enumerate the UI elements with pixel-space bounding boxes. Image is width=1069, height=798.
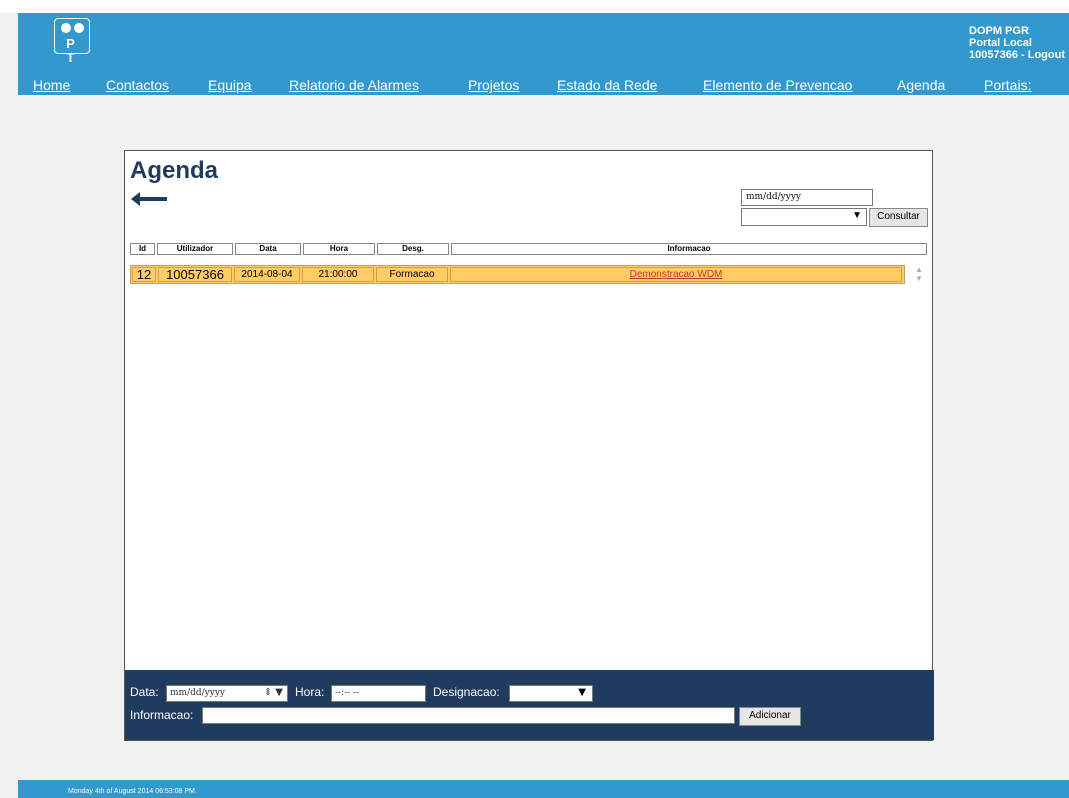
- cell-desg: Formacao: [376, 267, 448, 282]
- cell-hora: 21:00:00: [302, 267, 374, 282]
- user-line2: Portal Local: [969, 37, 1032, 49]
- top-strip: [0, 0, 1069, 13]
- informacao-label: Informacao:: [130, 708, 194, 722]
- info-link[interactable]: Demonstracao WDM: [630, 269, 723, 280]
- informacao-input[interactable]: [202, 707, 735, 724]
- agenda-panel: Agenda mm/dd/yyyy ▼ Consultar Id Utiliza…: [124, 150, 934, 741]
- add-event-form: Data: mm/dd/yyyy ⇕ ▼ Hora: --:-- -- Desi…: [125, 670, 934, 740]
- col-header-desg: Desg.: [377, 243, 449, 255]
- query-select[interactable]: ▼: [741, 208, 867, 226]
- nav-equipa[interactable]: Equipa: [208, 77, 252, 93]
- cell-utilizador: 10057366: [158, 267, 232, 282]
- nav-agenda: Agenda: [897, 77, 946, 93]
- table-row[interactable]: 12 10057366 2014-08-04 21:00:00 Formacao…: [130, 265, 905, 284]
- col-header-utilizador: Utilizador: [157, 243, 233, 255]
- table-scroll-arrows[interactable]: ▲ ▼: [914, 265, 924, 287]
- col-header-data: Data: [235, 243, 301, 255]
- page-title: Agenda: [130, 157, 219, 184]
- nav-relatorio-de-alarmes[interactable]: Relatorio de Alarmes: [289, 77, 419, 93]
- cell-id: 12: [132, 267, 156, 282]
- logo-dot: [74, 23, 84, 33]
- col-header-id: Id: [130, 243, 155, 255]
- dropdown-arrow-icon: ▼: [852, 210, 862, 221]
- data-date-input[interactable]: mm/dd/yyyy ⇕ ▼: [166, 685, 288, 702]
- hora-time-input[interactable]: --:-- --: [331, 685, 426, 702]
- nav-elemento-de-prevencao[interactable]: Elemento de Prevencao: [703, 77, 852, 93]
- designacao-select[interactable]: ▼: [509, 685, 593, 702]
- consultar-button[interactable]: Consultar: [869, 208, 928, 227]
- header: P T DOPM PGR Portal Local 10057366 - Log…: [18, 13, 1069, 95]
- nav-estado-da-rede[interactable]: Estado da Rede: [557, 77, 657, 93]
- user-line3: 10057366 - Logout: [969, 49, 1065, 61]
- designacao-label: Designacao:: [433, 685, 500, 699]
- main-nav: Home Contactos Equipa Relatorio de Alarm…: [18, 77, 1069, 95]
- chevron-down-icon: ▼: [578, 687, 586, 698]
- footer-timestamp: Monday 4th of August 2014 06:53:08 PM.: [68, 788, 197, 795]
- col-header-hora: Hora: [303, 243, 375, 255]
- user-line1: DOPM PGR: [969, 25, 1029, 37]
- user-box: DOPM PGR Portal Local 10057366 - Logout: [969, 25, 1065, 61]
- nav-home[interactable]: Home: [33, 77, 70, 93]
- nav-portais[interactable]: Portais:: [984, 77, 1031, 93]
- back-arrow-icon[interactable]: [131, 192, 167, 206]
- data-date-placeholder: mm/dd/yyyy: [170, 688, 225, 698]
- hora-label: Hora:: [295, 685, 325, 699]
- cell-data: 2014-08-04: [234, 267, 300, 282]
- logout-link[interactable]: Logout: [1028, 49, 1065, 61]
- logo-letters: P T: [66, 36, 80, 65]
- query-date-input[interactable]: mm/dd/yyyy: [741, 189, 873, 206]
- cell-informacao: Demonstracao WDM: [450, 267, 902, 282]
- adicionar-button[interactable]: Adicionar: [739, 707, 801, 726]
- nav-projetos[interactable]: Projetos: [468, 77, 519, 93]
- nav-contactos[interactable]: Contactos: [106, 77, 169, 93]
- user-id: 10057366: [969, 49, 1018, 61]
- footer-bar: Monday 4th of August 2014 06:53:08 PM.: [18, 780, 1069, 798]
- logo-dot: [61, 23, 71, 33]
- data-label: Data:: [130, 685, 159, 699]
- pt-logo[interactable]: P T: [54, 18, 90, 65]
- col-header-informacao: Informacao: [451, 243, 927, 255]
- date-spin-dropdown-icon: ⇕ ▼: [263, 687, 283, 698]
